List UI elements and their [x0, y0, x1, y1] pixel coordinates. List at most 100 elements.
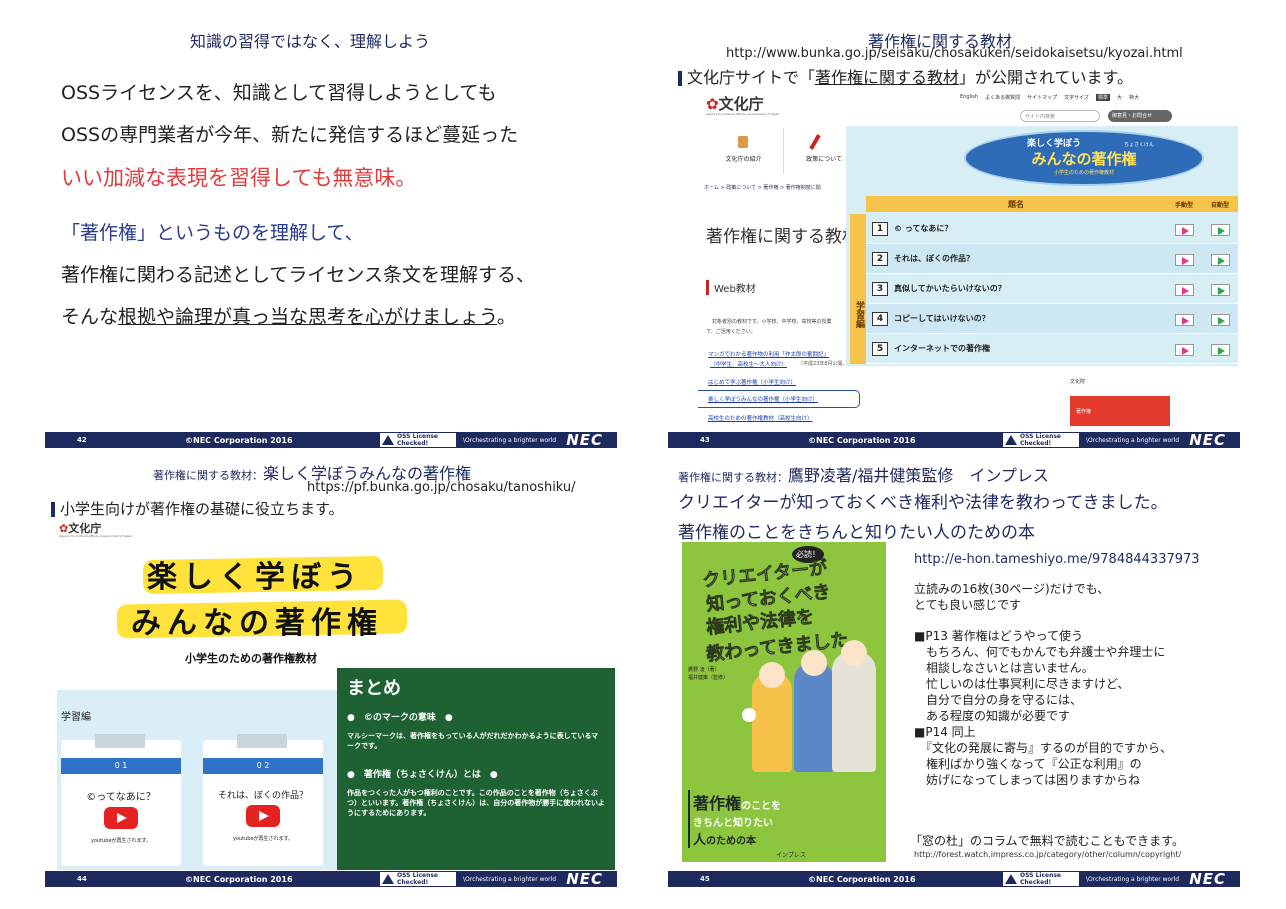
play-auto-icon[interactable] — [1210, 343, 1230, 356]
slide-footer: 42 ©NEC Corporation 2016 OSS License Chec… — [45, 431, 617, 449]
play-manual-icon[interactable] — [1174, 253, 1194, 266]
youtube-play-icon[interactable] — [246, 805, 280, 827]
nec-logo: NEC — [1189, 870, 1226, 888]
play-auto-icon[interactable] — [1210, 223, 1230, 236]
quote-line: 自分で自分の身を守るには、 — [914, 693, 1083, 707]
body-line: OSSの専門業者が今年、新たに発信するほど蔓延った — [61, 124, 519, 146]
body-line: 著作権に関わる記述としてライセンス条文を理解する、 — [61, 264, 536, 286]
body-line: OSSライセンスを、知識として習得しようとしても — [61, 82, 497, 104]
nec-logo: NEC — [1189, 431, 1226, 449]
row-title: 真似してかいたらいけないの？ — [894, 284, 1006, 293]
row-number: 1 — [872, 221, 888, 236]
oss-license-badge: OSS License Checked! — [1003, 433, 1079, 447]
footer-url[interactable]: http://forest.watch.impress.co.jp/catego… — [914, 850, 1181, 859]
site-logo: ✿文化庁 — [706, 95, 764, 113]
quote-list: ■P13 著作権はどうやって使う もちろん、何でもかんでも弁護士や弁理士に 相談… — [914, 628, 1172, 788]
quote-line: 相談しなさいとは言いません。 — [914, 661, 1094, 675]
body-line: そんな根拠や論理が真っ当な思考を心がけましょう。 — [61, 306, 516, 328]
slide-title: 著作権に関する教材：鷹野凌著/福井健策監修 インプレス — [678, 466, 1049, 485]
site-link[interactable]: 高校生のための著作権教材（高校生向け） — [708, 414, 813, 422]
lesson-row[interactable]: 1 © ってなあに？ — [866, 214, 1238, 244]
book-url[interactable]: http://e-hon.tameshiyo.me/9784844337973 — [914, 552, 1200, 567]
lesson-row[interactable]: 4 コピーしてはいけないの？ — [866, 304, 1238, 334]
quote-line: 『文化の発展に寄与』するのが目的ですから、 — [914, 741, 1173, 755]
play-manual-icon[interactable] — [1174, 223, 1194, 236]
lesson-card[interactable]: 0 2 それは、ぼくの作品？ youtubeが再生されます。 — [203, 734, 323, 866]
table-header: 題名 手動型 自動型 — [866, 196, 1238, 212]
nec-logo: NEC — [566, 431, 603, 449]
quote-line: ■P14 同上 — [914, 725, 976, 739]
row-title: インターネットでの著作権 — [894, 344, 990, 353]
row-title: © ってなあに？ — [894, 224, 953, 233]
slide-footer: 43 ©NEC Corporation 2016 OSS License Chec… — [668, 431, 1240, 449]
lesson-table: 1 © ってなあに？ 2 それは、ぼくの作品？ 3 真似してかいたらいけないの？ 4 コピーし… — [866, 214, 1238, 364]
quote-line: ■P13 著作権はどうやって使う — [914, 629, 1084, 643]
play-manual-icon[interactable] — [1174, 343, 1194, 356]
oss-license-badge: OSS License Checked! — [380, 872, 456, 886]
play-auto-icon[interactable] — [1210, 283, 1230, 296]
lesson-row[interactable]: 2 それは、ぼくの作品？ — [866, 244, 1238, 274]
tanoshiku-overlay: 楽しく学ぼう ちょさくけん みんなの著作権 小学生のための著作権教材 題名 手動… — [846, 126, 1238, 366]
slide-subtitle: 文化庁サイトで「著作権に関する教材」が公開されています。 — [678, 64, 1133, 88]
footer-note: 「窓の杜」のコラムで無料で読むこともできます。 — [910, 834, 1184, 848]
quote-line: ある程度の知識が必要です — [914, 709, 1071, 723]
site-link[interactable]: 楽しく学ぼうみんなの著作権（小学生向け） — [708, 395, 818, 403]
site-breadcrumb: ホーム > 政策について > 著作権 > 著作権制度に関 — [704, 185, 821, 191]
play-auto-icon[interactable] — [1210, 313, 1230, 326]
quote-line: 忙しいのは仕事冥利に尽きますけど、 — [914, 677, 1130, 691]
lesson-row[interactable]: 3 真似してかいたらいけないの？ — [866, 274, 1238, 304]
slide-url[interactable]: http://www.bunka.go.jp/seisaku/chosakuke… — [726, 46, 1183, 61]
slide-42: 知識の習得ではなく、理解しよう OSSライセンスを、知識として習得しようとしても… — [45, 12, 617, 450]
book-bottom-title: 著作権のことを きちんと知りたい 人のための本 — [688, 790, 781, 848]
side-link-active[interactable]: 著作権 — [1070, 396, 1170, 426]
side-label: 学習編 — [850, 214, 866, 364]
character-illustration — [832, 652, 876, 772]
play-auto-icon[interactable] — [1210, 253, 1230, 266]
quote-line: 妨げになってしまっては困りますからね — [914, 773, 1141, 787]
hero-subtitle: 小学生のための著作権教材 — [185, 652, 317, 665]
hero-title-1: 楽しく学ぼう — [147, 560, 363, 595]
row-number: 4 — [872, 311, 888, 326]
hero-title-2: みんなの著作権 — [131, 606, 383, 641]
quote-line: もちろん、何でもかんでも弁護士や弁理士に — [914, 645, 1166, 659]
slide-subtitle: 小学生向けが著作権の基礎に役立ちます。 — [51, 498, 344, 519]
slide-footer: 44 ©NEC Corporation 2016 OSS License Chec… — [45, 870, 617, 888]
site-link[interactable]: （中学生、高校生～大人向け） — [710, 360, 787, 368]
row-number: 2 — [872, 251, 888, 266]
site-page-title: 著作権に関する教材 — [706, 227, 859, 247]
oss-license-badge: OSS License Checked! — [1003, 872, 1079, 886]
youtube-play-icon[interactable] — [104, 807, 138, 829]
quote-line: 権利ばかり強くなって『公正な利用』の — [914, 757, 1142, 771]
slide-43: 著作権に関する教材 http://www.bunka.go.jp/seisaku… — [668, 12, 1240, 450]
lesson-card[interactable]: 0 1 ©ってなあに？ youtubeが再生されます。 — [61, 734, 181, 866]
character-illustration — [794, 662, 834, 772]
side-link[interactable]: 文化財 — [1070, 378, 1085, 385]
site-section-title: Web教材 — [706, 280, 856, 295]
play-manual-icon[interactable] — [1174, 313, 1194, 326]
summary-board: まとめ ● ©のマークの意味 ● マルシーマークは、著作権をもっている人がだれだ… — [337, 668, 615, 870]
slide-line: クリエイターが知っておくべき権利や法律を教わってきました。 — [678, 493, 1168, 513]
oss-license-badge: OSS License Checked! — [380, 433, 456, 447]
slide-footer: 45 ©NEC Corporation 2016 OSS License Chec… — [668, 870, 1240, 888]
body-line: 「著作権」というものを理解して、 — [61, 222, 364, 244]
site-toplinks: English よくある御質問 サイトマップ 文字サイズ 標準大特大 — [960, 94, 1139, 101]
row-title: コピーしてはいけないの？ — [894, 314, 990, 323]
site-link[interactable]: はじめて学ぶ著作権（小学生向け） — [708, 378, 796, 386]
play-manual-icon[interactable] — [1174, 283, 1194, 296]
row-number: 3 — [872, 281, 888, 296]
nav-item[interactable]: 文化庁の紹介 — [704, 128, 784, 174]
book-cover: 必読！ クリエイターが 知っておくべき 権利や法律を 教わってきました。 鷹野 … — [682, 542, 886, 862]
lesson-row[interactable]: 5 インターネットでの著作権 — [866, 334, 1238, 364]
slide-45: 著作権に関する教材：鷹野凌著/福井健策監修 インプレス クリエイターが知っておく… — [668, 450, 1240, 888]
slide-line: 著作権のことをきちんと知りたい人のための本 — [678, 523, 1035, 543]
slide-url[interactable]: https://pf.bunka.go.jp/chosaku/tanoshiku… — [307, 480, 576, 495]
nec-logo: NEC — [566, 870, 603, 888]
site-search-input[interactable]: サイト内検索 — [1020, 110, 1100, 122]
row-number: 5 — [872, 341, 888, 356]
title-badge: 楽しく学ぼう ちょさくけん みんなの著作権 小学生のための著作権教材 — [964, 130, 1204, 186]
site-link[interactable]: マンガでわかる著作物の利用「作太郎の奮闘記」 — [708, 350, 829, 358]
body-line-emphasis: いい加減な表現を習得しても無意味。 — [61, 166, 417, 190]
site-contact-button[interactable]: 御意見・お問合せ — [1108, 110, 1172, 122]
slide-44: 著作権に関する教材：楽しく学ぼうみんなの著作権 https://pf.bunka… — [45, 450, 617, 888]
row-title: それは、ぼくの作品？ — [894, 254, 974, 263]
